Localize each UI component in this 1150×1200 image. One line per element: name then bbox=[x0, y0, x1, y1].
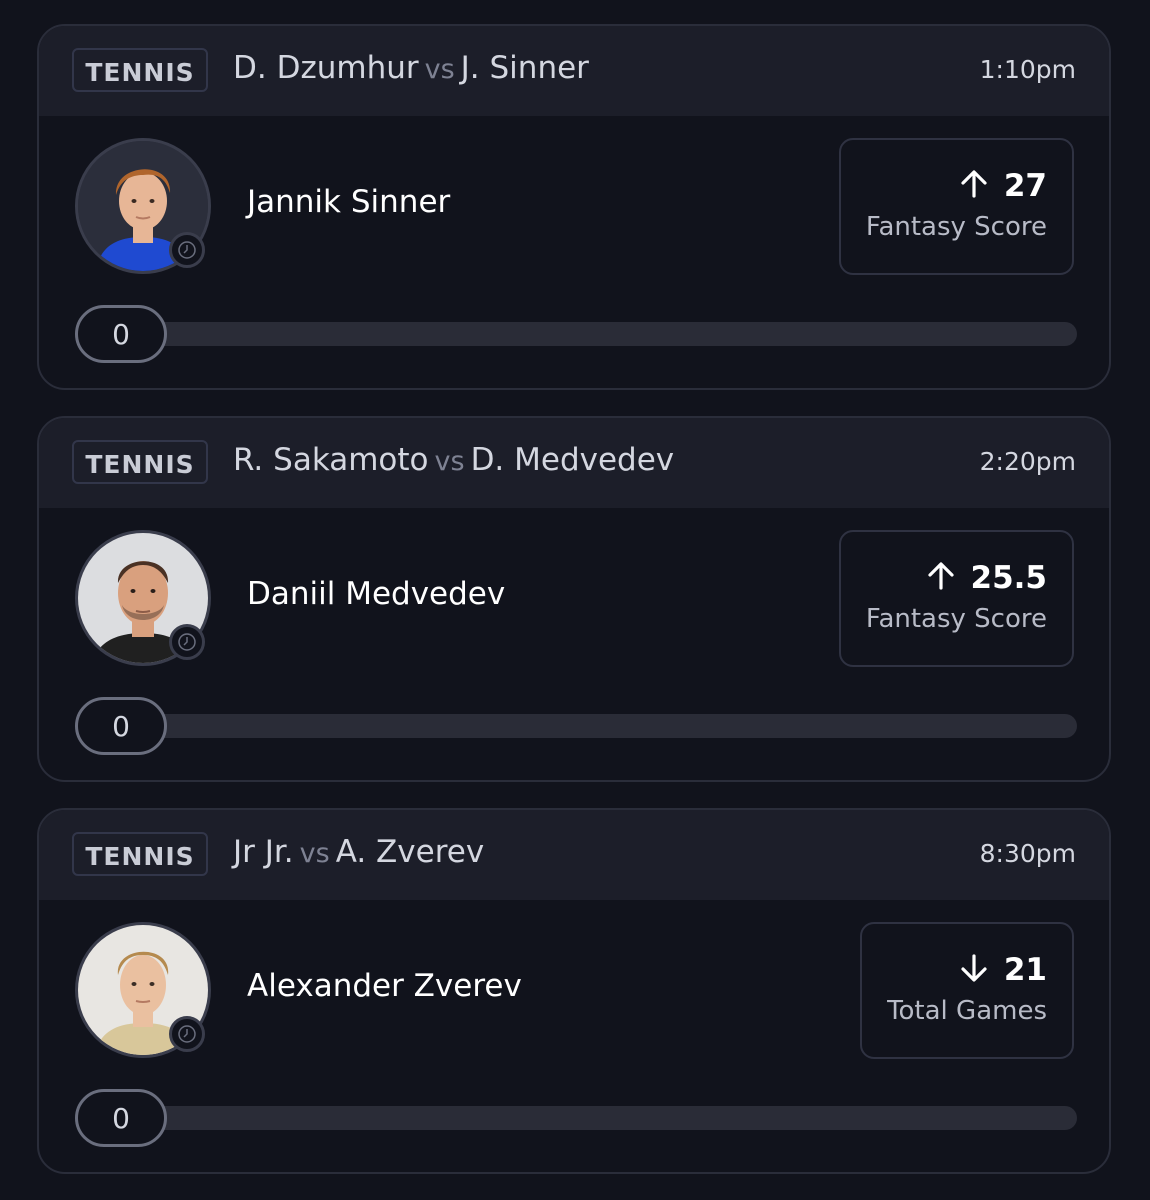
game-time: 2:20pm bbox=[979, 447, 1076, 476]
clock-icon bbox=[169, 1016, 205, 1052]
vs-label: vs bbox=[299, 838, 330, 869]
clock-icon bbox=[169, 624, 205, 660]
projection-box[interactable]: 25.5 Fantasy Score bbox=[838, 530, 1074, 667]
vs-label: vs bbox=[434, 446, 465, 477]
arrow-up-icon bbox=[925, 560, 957, 596]
projection-box[interactable]: 21 Total Games bbox=[860, 922, 1074, 1059]
projection-value-row: 25.5 bbox=[866, 558, 1047, 598]
arrow-up-icon bbox=[958, 168, 990, 204]
line-value: 25.5 bbox=[970, 560, 1048, 596]
team-b-name: A. Zverev bbox=[335, 834, 485, 870]
game-time: 1:10pm bbox=[979, 55, 1076, 84]
team-a-name: D. Dzumhur bbox=[233, 50, 419, 86]
stat-label: Fantasy Score bbox=[865, 212, 1047, 242]
progress-value: 0 bbox=[75, 305, 167, 363]
team-a-name: R. Sakamoto bbox=[233, 442, 429, 478]
player-name: Daniil Medvedev bbox=[247, 576, 506, 612]
sport-badge: TENNIS bbox=[72, 832, 208, 876]
sport-badge: TENNIS bbox=[72, 48, 208, 92]
projection-card[interactable]: TENNIS Jr Jr. vs A. Zverev 8:30pm Alexande… bbox=[37, 808, 1111, 1174]
line-value: 21 bbox=[1003, 952, 1047, 988]
team-b-name: D. Medvedev bbox=[470, 442, 675, 478]
card-header: TENNIS R. Sakamoto vs D. Medvedev 2:20pm bbox=[39, 418, 1109, 508]
matchup: D. Dzumhur vs J. Sinner bbox=[233, 50, 589, 86]
projection-box[interactable]: 27 Fantasy Score bbox=[838, 138, 1074, 275]
progress-track bbox=[119, 322, 1077, 346]
projection-value-row: 27 bbox=[866, 166, 1047, 206]
stat-label: Total Games bbox=[887, 996, 1047, 1026]
line-value: 27 bbox=[1003, 168, 1047, 204]
projection-value-row: 21 bbox=[887, 950, 1047, 990]
game-time: 8:30pm bbox=[979, 839, 1076, 868]
matchup: R. Sakamoto vs D. Medvedev bbox=[233, 442, 674, 478]
card-header: TENNIS Jr Jr. vs A. Zverev 8:30pm bbox=[39, 810, 1109, 900]
stat-label: Fantasy Score bbox=[865, 604, 1047, 634]
player-name: Alexander Zverev bbox=[247, 968, 522, 1004]
progress-track bbox=[119, 714, 1077, 738]
clock-icon bbox=[169, 232, 205, 268]
progress-value: 0 bbox=[75, 697, 167, 755]
progress-track bbox=[119, 1106, 1077, 1130]
matchup: Jr Jr. vs A. Zverev bbox=[233, 834, 484, 870]
card-header: TENNIS D. Dzumhur vs J. Sinner 1:10pm bbox=[39, 26, 1109, 116]
player-name: Jannik Sinner bbox=[247, 184, 451, 220]
team-a-name: Jr Jr. bbox=[233, 834, 294, 870]
team-b-name: J. Sinner bbox=[460, 50, 589, 86]
vs-label: vs bbox=[424, 54, 455, 85]
projection-card[interactable]: TENNIS D. Dzumhur vs J. Sinner 1:10pm Jann… bbox=[37, 24, 1111, 390]
projection-list: TENNIS D. Dzumhur vs J. Sinner 1:10pm Jann… bbox=[0, 0, 1150, 1200]
sport-badge: TENNIS bbox=[72, 440, 208, 484]
projection-card[interactable]: TENNIS R. Sakamoto vs D. Medvedev 2:20pm D… bbox=[37, 416, 1111, 782]
progress-value: 0 bbox=[75, 1089, 167, 1147]
arrow-down-icon bbox=[958, 952, 990, 988]
